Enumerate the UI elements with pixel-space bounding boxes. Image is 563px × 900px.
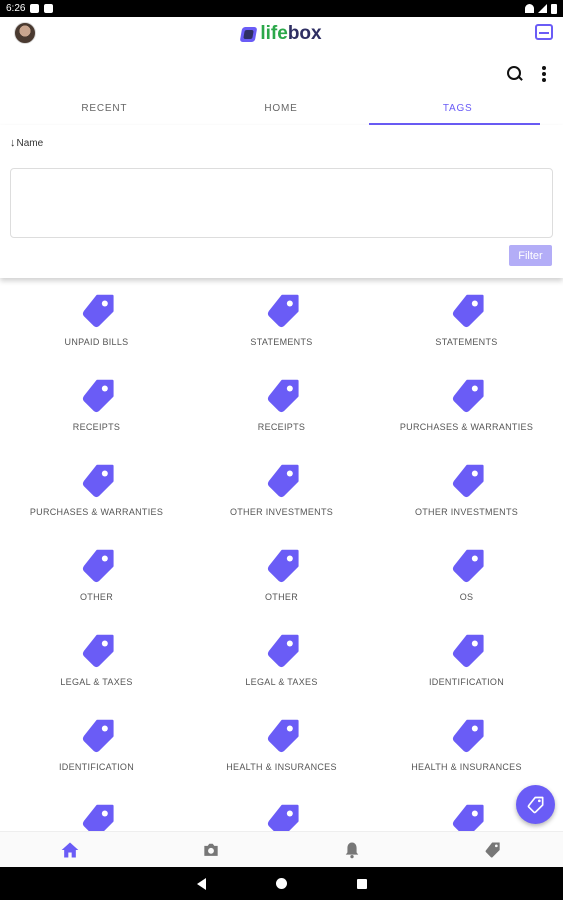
notification-icon <box>30 4 40 13</box>
tag-item[interactable]: PURCHASES & WARRANTIES <box>4 461 189 546</box>
tag-item[interactable]: OTHER <box>4 546 189 631</box>
tag-label: UNPAID BILLS <box>64 337 129 347</box>
tag-icon <box>452 549 484 583</box>
tag-item[interactable] <box>4 801 189 831</box>
tag-icon <box>82 804 114 831</box>
tag-item[interactable]: RECEIPTS <box>4 376 189 461</box>
logo-mark-icon <box>240 26 258 42</box>
tag-icon <box>267 464 299 498</box>
tag-item[interactable]: HEALTH & INSURANCES <box>189 716 374 801</box>
tag-label: LEGAL & TAXES <box>245 677 318 687</box>
tag-icon <box>452 634 484 668</box>
tag-icon <box>452 719 484 753</box>
tag-item[interactable]: RECEIPTS <box>189 376 374 461</box>
tag-label: STATEMENTS <box>250 337 313 347</box>
filter-input[interactable] <box>10 168 553 238</box>
tag-label: PURCHASES & WARRANTIES <box>29 507 164 517</box>
tag-item[interactable]: OTHER INVESTMENTS <box>189 461 374 546</box>
tag-item[interactable]: PURCHASES & WARRANTIES <box>374 376 559 461</box>
tag-label: STATEMENTS <box>435 337 498 347</box>
tag-label: IDENTIFICATION <box>58 762 135 772</box>
tag-label: OS <box>459 592 474 602</box>
tag-icon <box>82 549 114 583</box>
tag-icon <box>267 549 299 583</box>
tag-icon <box>82 464 114 498</box>
tag-label: PURCHASES & WARRANTIES <box>399 422 534 432</box>
battery-icon <box>551 3 557 14</box>
app-logo: life box <box>240 23 322 45</box>
sort-by-name-toggle[interactable]: ↓ Name <box>10 137 44 150</box>
tab-recent[interactable]: RECENT <box>16 95 193 125</box>
tag-item[interactable]: LEGAL & TAXES <box>189 631 374 716</box>
tag-item[interactable] <box>189 801 374 831</box>
add-tag-button[interactable] <box>516 785 555 824</box>
tag-item[interactable]: IDENTIFICATION <box>374 631 559 716</box>
home-icon <box>62 842 79 857</box>
tag-label: OTHER <box>265 592 298 602</box>
nav-tags[interactable] <box>422 832 563 867</box>
tag-icon <box>82 379 114 413</box>
tag-outline-icon <box>527 796 543 813</box>
back-icon[interactable] <box>196 877 206 890</box>
bottom-navigation <box>0 831 563 867</box>
tag-icon <box>452 464 484 498</box>
tag-item[interactable]: OS <box>374 546 559 631</box>
system-home-icon[interactable] <box>275 878 287 889</box>
avatar[interactable] <box>14 22 36 44</box>
tag-item[interactable]: STATEMENTS <box>374 291 559 376</box>
tag-icon <box>82 719 114 753</box>
camera-icon <box>204 843 218 856</box>
tab-tags[interactable]: TAGS <box>369 95 546 125</box>
arrow-down-icon: ↓ <box>10 137 16 149</box>
system-navigation-bar <box>0 867 563 900</box>
signal-icon <box>538 4 547 13</box>
tag-icon <box>267 294 299 328</box>
tag-icon <box>267 804 299 831</box>
tag-item[interactable]: STATEMENTS <box>189 291 374 376</box>
tag-item[interactable]: OTHER <box>189 546 374 631</box>
status-bar: 6:26 <box>0 0 563 17</box>
tag-icon <box>82 294 114 328</box>
bell-icon <box>345 842 359 858</box>
store-icon[interactable] <box>535 24 553 40</box>
nav-home[interactable] <box>0 832 141 867</box>
tab-bar: RECENT HOME TAGS <box>16 95 546 125</box>
filter-panel: ↓ Name Filter <box>0 125 563 278</box>
tag-label: HEALTH & INSURANCES <box>226 762 337 772</box>
tag-icon <box>452 294 484 328</box>
tag-icon <box>82 634 114 668</box>
tag-item[interactable]: IDENTIFICATION <box>4 716 189 801</box>
tag-icon <box>485 842 500 857</box>
tag-label: LEGAL & TAXES <box>60 677 133 687</box>
tag-label: HEALTH & INSURANCES <box>411 762 522 772</box>
sort-label: Name <box>16 138 44 149</box>
tag-icon <box>267 634 299 668</box>
app-bar: life box <box>0 17 563 51</box>
tag-label: RECEIPTS <box>72 422 121 432</box>
tag-item[interactable]: UNPAID BILLS <box>4 291 189 376</box>
tag-icon <box>267 719 299 753</box>
tag-item[interactable]: OTHER INVESTMENTS <box>374 461 559 546</box>
tag-label: IDENTIFICATION <box>428 677 505 687</box>
nav-notifications[interactable] <box>282 832 423 867</box>
tag-label: OTHER <box>80 592 113 602</box>
search-icon[interactable] <box>507 66 523 82</box>
filter-button[interactable]: Filter <box>509 245 552 266</box>
tag-icon <box>267 379 299 413</box>
tag-icon <box>452 804 484 831</box>
tag-icon <box>452 379 484 413</box>
tag-item[interactable]: LEGAL & TAXES <box>4 631 189 716</box>
status-time: 6:26 <box>6 3 26 14</box>
tag-label: OTHER INVESTMENTS <box>414 507 519 517</box>
tag-label: RECEIPTS <box>257 422 306 432</box>
wifi-icon <box>525 4 534 13</box>
recents-icon[interactable] <box>356 878 367 889</box>
tag-grid: UNPAID BILLS STATEMENTS STATEMENTS RECEIPTS… <box>4 291 559 831</box>
notification-icon <box>44 4 54 13</box>
more-options-icon[interactable] <box>541 66 547 82</box>
tab-home[interactable]: HOME <box>193 95 370 125</box>
nav-camera[interactable] <box>141 832 282 867</box>
tag-label: OTHER INVESTMENTS <box>229 507 334 517</box>
